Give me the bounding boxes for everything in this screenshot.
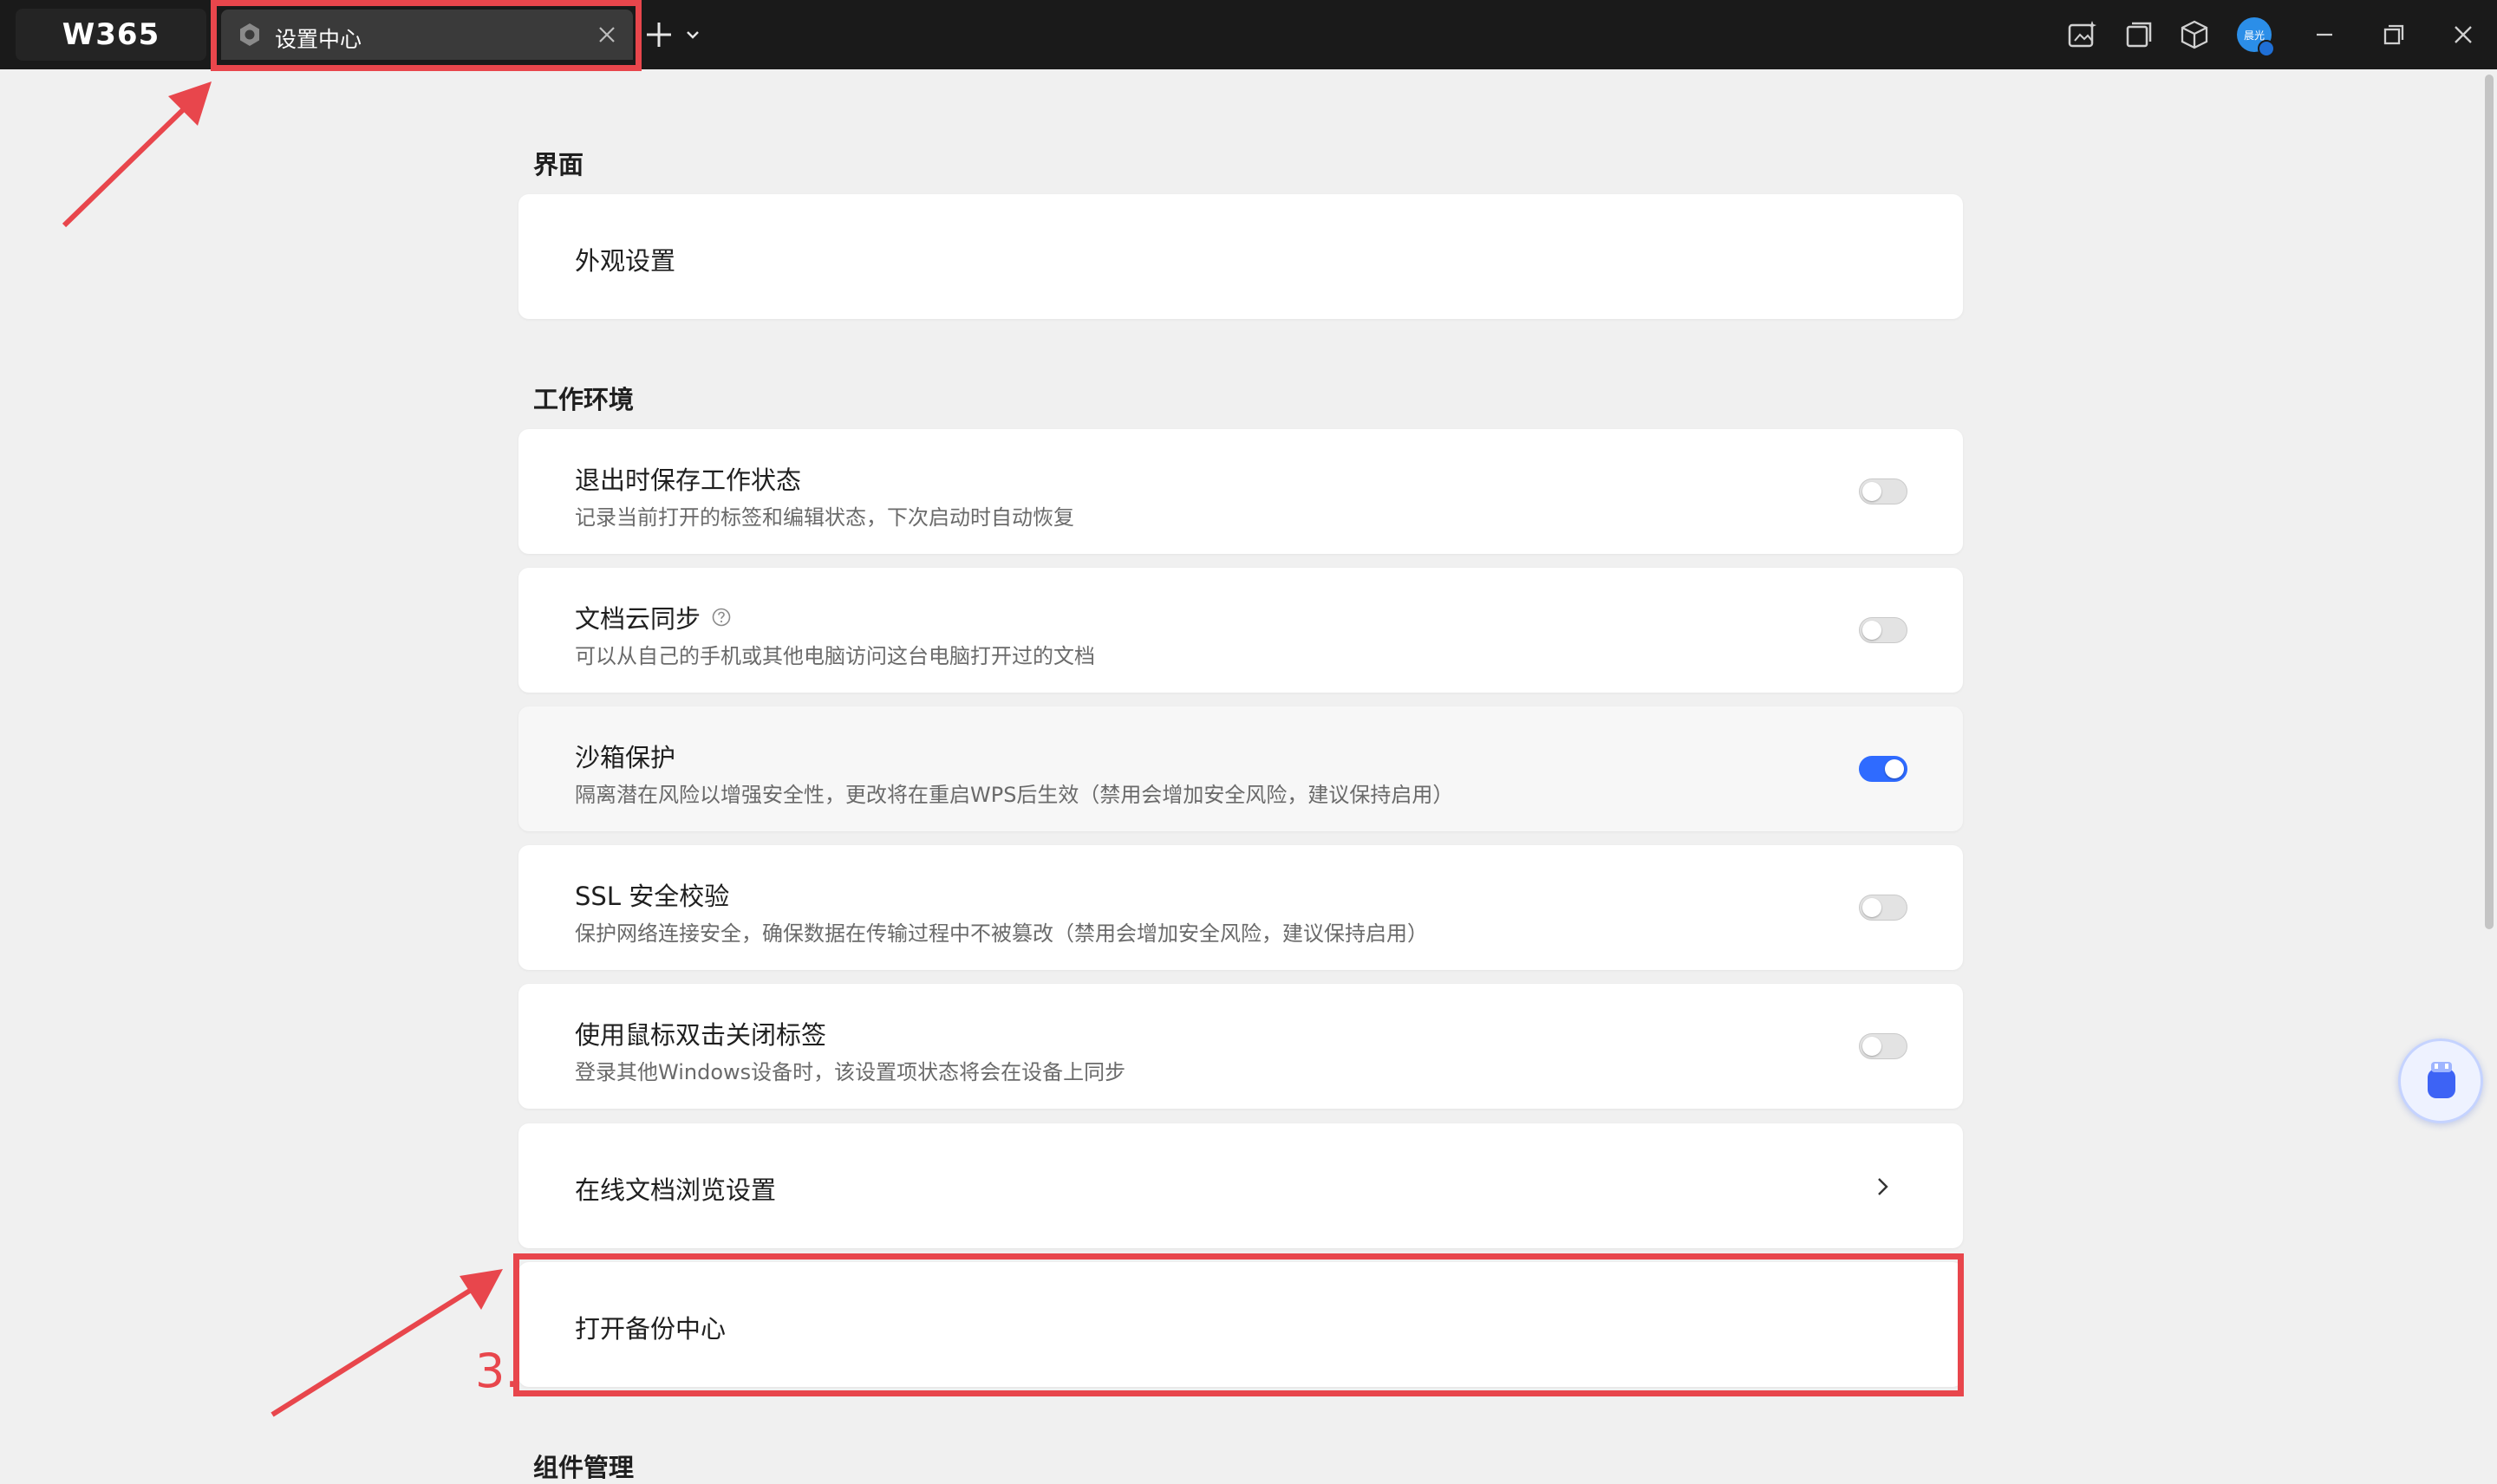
enterprise-badge-icon bbox=[2258, 40, 2275, 57]
restore-icon[interactable] bbox=[2377, 18, 2410, 51]
cube-icon[interactable] bbox=[2178, 18, 2211, 51]
floating-assistant-button[interactable] bbox=[2398, 1038, 2483, 1123]
annotation-highlight-tab bbox=[211, 0, 642, 71]
setting-title-text: 文档云同步 bbox=[575, 604, 701, 634]
setting-dblclick-close: 使用鼠标双击关闭标签 登录其他Windows设备时，该设置项状态将会在设备上同步 bbox=[518, 984, 1963, 1109]
setting-title: 文档云同步 bbox=[575, 599, 732, 635]
setting-title: 在线文档浏览设置 bbox=[575, 1175, 777, 1205]
chevron-right-icon bbox=[1878, 1178, 1888, 1195]
app-logo[interactable]: W365 bbox=[16, 9, 206, 61]
section-title-workspace: 工作环境 bbox=[533, 385, 635, 414]
ssl-toggle[interactable] bbox=[1859, 895, 1907, 921]
annotation-step-number: 3. bbox=[475, 1344, 520, 1398]
setting-title: 沙箱保护 bbox=[575, 743, 676, 772]
screenshot-icon[interactable] bbox=[2066, 18, 2099, 51]
setting-save-state: 退出时保存工作状态 记录当前打开的标签和编辑状态，下次启动时自动恢复 bbox=[518, 429, 1963, 554]
chevron-down-icon[interactable] bbox=[685, 28, 701, 42]
help-icon[interactable] bbox=[711, 607, 732, 628]
setting-appearance[interactable]: 外观设置 bbox=[518, 194, 1963, 319]
cloud-sync-toggle[interactable] bbox=[1859, 617, 1907, 643]
sandbox-toggle[interactable] bbox=[1859, 756, 1907, 782]
setting-title: 退出时保存工作状态 bbox=[575, 465, 802, 495]
window-close-icon[interactable] bbox=[2447, 18, 2480, 51]
assistant-icon bbox=[2428, 1062, 2455, 1098]
setting-description: 可以从自己的手机或其他电脑访问这台电脑打开过的文档 bbox=[575, 644, 1095, 668]
save-state-toggle[interactable] bbox=[1859, 478, 1907, 504]
plus-icon[interactable] bbox=[643, 19, 675, 50]
minimize-icon[interactable] bbox=[2308, 18, 2341, 51]
scrollbar-thumb[interactable] bbox=[2485, 75, 2494, 929]
dblclick-close-toggle[interactable] bbox=[1859, 1033, 1907, 1059]
setting-title: SSL 安全校验 bbox=[575, 882, 730, 911]
setting-ssl: SSL 安全校验 保护网络连接安全，确保数据在传输过程中不被篡改（禁用会增加安全… bbox=[518, 845, 1963, 970]
window-list-icon[interactable] bbox=[2122, 18, 2155, 51]
setting-sandbox: 沙箱保护 隔离潜在风险以增强安全性，更改将在重启WPS后生效（禁用会增加安全风险… bbox=[518, 706, 1963, 831]
setting-description: 登录其他Windows设备时，该设置项状态将会在设备上同步 bbox=[575, 1060, 1126, 1084]
section-title-interface: 界面 bbox=[533, 150, 584, 179]
setting-cloud-sync: 文档云同步 可以从自己的手机或其他电脑访问这台电脑打开过的文档 bbox=[518, 568, 1963, 693]
annotation-highlight-backup bbox=[513, 1253, 1964, 1396]
setting-description: 隔离潜在风险以增强安全性，更改将在重启WPS后生效（禁用会增加安全风险，建议保持… bbox=[575, 783, 1454, 807]
section-title-components: 组件管理 bbox=[533, 1453, 635, 1482]
setting-title: 外观设置 bbox=[575, 246, 676, 276]
setting-description: 记录当前打开的标签和编辑状态，下次启动时自动恢复 bbox=[575, 505, 1074, 530]
setting-title: 使用鼠标双击关闭标签 bbox=[575, 1020, 827, 1050]
setting-description: 保护网络连接安全，确保数据在传输过程中不被篡改（禁用会增加安全风险，建议保持启用… bbox=[575, 921, 1428, 946]
setting-online-browse[interactable]: 在线文档浏览设置 bbox=[518, 1123, 1963, 1248]
